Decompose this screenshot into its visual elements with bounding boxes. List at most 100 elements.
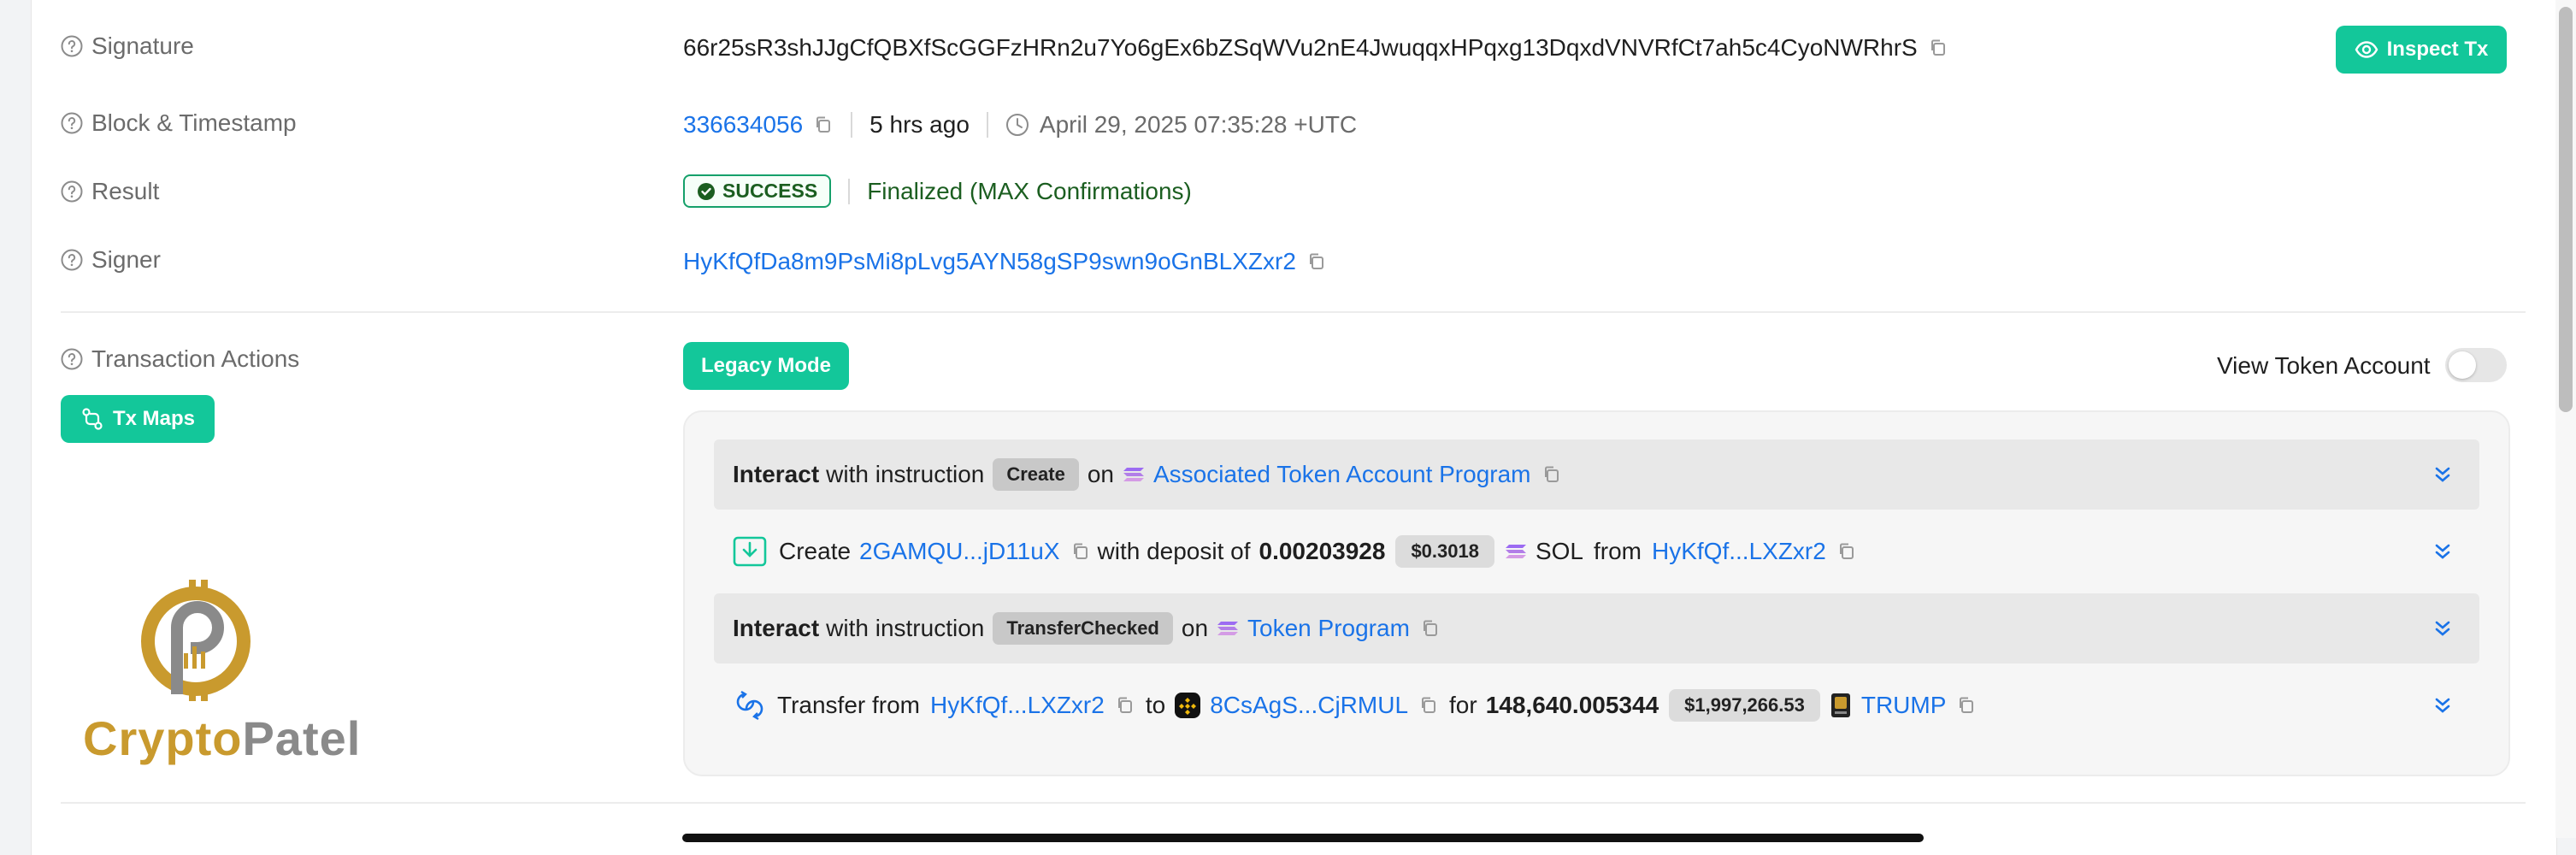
with-instruction-label: with instruction xyxy=(826,461,985,487)
download-icon xyxy=(733,536,767,567)
with-instruction-label: with instruction xyxy=(826,615,985,641)
solana-icon xyxy=(1217,622,1239,635)
clock-icon xyxy=(1005,114,1029,136)
help-icon[interactable] xyxy=(61,348,83,370)
instructions-panel: Interact with instruction Create on Asso… xyxy=(683,410,2510,776)
chevron-double-down-icon[interactable] xyxy=(2430,616,2455,641)
scrollbar-thumb[interactable] xyxy=(2559,7,2573,412)
transaction-details-card: Signature 66r25sR3shJJgCfQBXfScGGFzHRn2u… xyxy=(31,0,2557,855)
chevron-double-down-icon[interactable] xyxy=(2430,462,2455,487)
signer-label-group: Signer xyxy=(61,246,161,274)
result-label-group: Result xyxy=(61,178,159,205)
instruction-header[interactable]: Interact with instruction TransferChecke… xyxy=(714,593,2479,663)
section-divider xyxy=(61,802,2526,804)
instruction-chip: TransferChecked xyxy=(993,612,1173,645)
success-badge: SUCCESS xyxy=(683,174,832,208)
logo-text-crypto: Crypto xyxy=(83,711,243,765)
signer-value-group: HyKfQfDa8m9PsMi8pLvg5AYN58gSP9swn9oGnBLX… xyxy=(683,248,1327,275)
for-label: for xyxy=(1449,692,1477,718)
transfer-verb: Transfer from xyxy=(777,692,920,718)
embedded-content-edge xyxy=(682,834,1924,842)
block-label-group: Block & Timestamp xyxy=(61,109,297,137)
logo-text-patel: Patel xyxy=(242,711,362,765)
trump-token-icon xyxy=(1830,693,1850,717)
help-icon[interactable] xyxy=(61,180,83,203)
chevron-double-down-icon[interactable] xyxy=(2430,539,2455,564)
timestamp: April 29, 2025 07:35:28 +UTC xyxy=(1039,111,1358,138)
success-badge-text: SUCCESS xyxy=(722,180,818,202)
legacy-mode-button[interactable]: Legacy Mode xyxy=(683,342,849,390)
chevron-double-down-icon[interactable] xyxy=(2430,693,2455,718)
to-label: to xyxy=(1145,692,1166,718)
copy-icon[interactable] xyxy=(1115,695,1135,716)
token-sol: SOL xyxy=(1535,538,1583,564)
from-label: from xyxy=(1594,538,1642,564)
eye-icon xyxy=(2355,41,2379,58)
transaction-actions-label: Transaction Actions xyxy=(91,345,300,372)
logo-emblem-icon xyxy=(141,580,251,701)
block-number-link[interactable]: 336634056 xyxy=(683,111,803,139)
block-timestamp-label: Block & Timestamp xyxy=(91,109,297,136)
transfer-icon xyxy=(736,690,763,721)
instruction-detail: Transfer from HyKfQf...LXZxr2 to 8CsAgS.… xyxy=(714,670,2479,740)
help-icon[interactable] xyxy=(61,35,83,57)
help-icon[interactable] xyxy=(61,112,83,134)
copy-icon[interactable] xyxy=(1836,541,1857,562)
copy-icon[interactable] xyxy=(1541,464,1562,485)
source-account-link[interactable]: HyKfQf...LXZxr2 xyxy=(1652,538,1826,565)
binance-icon xyxy=(1175,693,1201,718)
program-link[interactable]: Token Program xyxy=(1247,615,1410,642)
deposit-amount: 0.00203928 xyxy=(1259,538,1386,564)
new-account-link[interactable]: 2GAMQU...jD11uX xyxy=(859,538,1059,565)
solana-icon xyxy=(1505,545,1526,558)
token-trump-link[interactable]: TRUMP xyxy=(1861,692,1947,719)
route-icon xyxy=(82,408,103,430)
copy-icon[interactable] xyxy=(1928,38,1948,58)
solana-icon xyxy=(1123,468,1144,481)
copy-icon[interactable] xyxy=(813,115,834,135)
inspect-tx-button[interactable]: Inspect Tx xyxy=(2336,26,2507,74)
logo-wordmark: CryptoPatel xyxy=(83,711,360,766)
view-token-account-toggle[interactable] xyxy=(2445,348,2507,382)
program-link[interactable]: Associated Token Account Program xyxy=(1153,461,1531,488)
tx-maps-button[interactable]: Tx Maps xyxy=(61,395,215,443)
result-label: Result xyxy=(91,178,160,204)
with-deposit-label: with deposit of xyxy=(1097,538,1251,564)
separator xyxy=(848,178,851,204)
copy-icon[interactable] xyxy=(1418,695,1439,716)
signature-row: Signature 66r25sR3shJJgCfQBXfScGGFzHRn2u… xyxy=(32,26,2556,74)
instruction-detail: Create 2GAMQU...jD11uX with deposit of 0… xyxy=(714,516,2479,587)
transaction-actions-label-group: Transaction Actions xyxy=(61,345,299,373)
copy-icon[interactable] xyxy=(1306,251,1327,272)
copy-icon[interactable] xyxy=(1956,695,1977,716)
transfer-amount: 148,640.005344 xyxy=(1485,692,1659,718)
signer-row: Signer HyKfQfDa8m9PsMi8pLvg5AYN58gSP9swn… xyxy=(32,243,2556,280)
instruction-header[interactable]: Interact with instruction Create on Asso… xyxy=(714,439,2479,510)
signer-address-link[interactable]: HyKfQfDa8m9PsMi8pLvg5AYN58gSP9swn9oGnBLX… xyxy=(683,248,1296,275)
finalized-status: Finalized (MAX Confirmations) xyxy=(867,177,1192,204)
separator xyxy=(986,112,988,138)
signature-label-group: Signature xyxy=(61,32,194,60)
instruction-chip: Create xyxy=(993,458,1079,491)
legacy-mode-label: Legacy Mode xyxy=(700,354,832,377)
signature-value[interactable]: 66r25sR3shJJgCfQBXfScGGFzHRn2u7Yo6gEx6bZ… xyxy=(683,34,1918,62)
tx-maps-label: Tx Maps xyxy=(112,407,196,430)
copy-icon[interactable] xyxy=(1070,541,1091,562)
result-row: Result SUCCESS Finalized (MAX Confirmati… xyxy=(32,174,2556,212)
signature-label: Signature xyxy=(91,32,194,59)
help-icon[interactable] xyxy=(61,249,83,271)
section-divider xyxy=(61,311,2526,313)
result-value-group: SUCCESS Finalized (MAX Confirmations) xyxy=(683,174,1192,208)
check-circle-icon xyxy=(698,182,715,200)
copy-icon[interactable] xyxy=(1420,618,1441,639)
inspect-tx-label: Inspect Tx xyxy=(2386,38,2489,61)
create-verb: Create xyxy=(779,538,852,564)
on-label: on xyxy=(1181,615,1209,641)
destination-account-link[interactable]: 8CsAgS...CjRMUL xyxy=(1210,692,1408,719)
separator xyxy=(851,112,853,138)
usd-value-chip: $1,997,266.53 xyxy=(1669,689,1820,722)
interact-label: Interact xyxy=(733,615,820,641)
signature-value-group: 66r25sR3shJJgCfQBXfScGGFzHRn2u7Yo6gEx6bZ… xyxy=(683,34,1948,62)
scrollbar[interactable] xyxy=(2555,0,2576,838)
source-account-link[interactable]: HyKfQf...LXZxr2 xyxy=(930,692,1105,719)
